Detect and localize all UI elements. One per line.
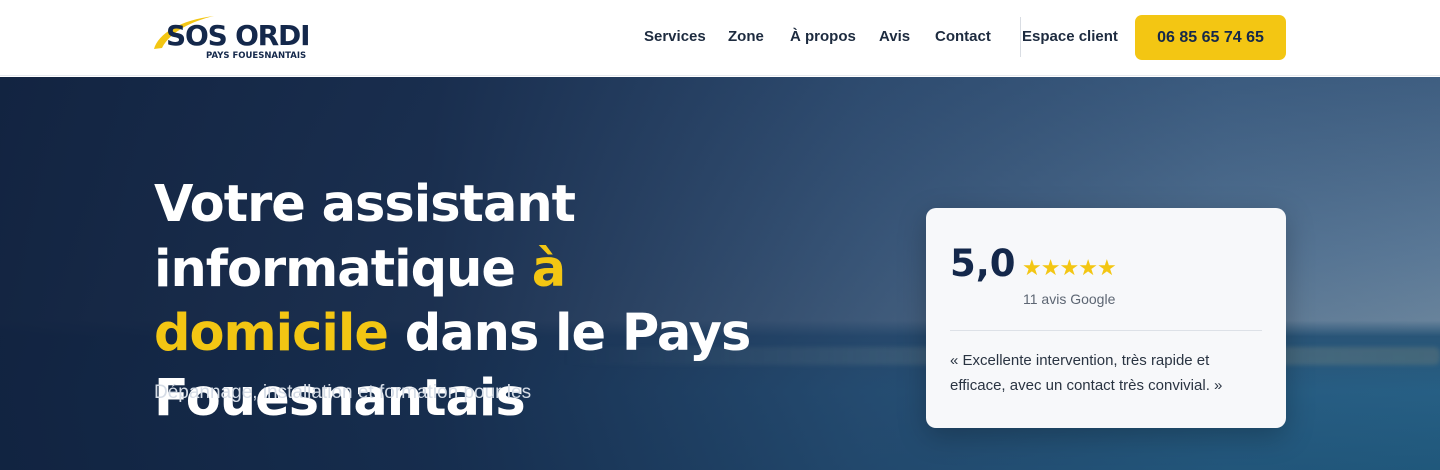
review-card: 5,0 ★★★★★ 11 avis Google « Excellente in… bbox=[926, 208, 1286, 428]
card-divider bbox=[950, 330, 1262, 331]
logo-tagline: PAYS FOUESNANTAIS bbox=[206, 51, 307, 61]
star-icon: ★ bbox=[1022, 256, 1042, 281]
nav-contact[interactable]: Contact bbox=[935, 26, 991, 48]
logo[interactable]: SOS ORDI PAYS FOUESNANTAIS bbox=[152, 12, 358, 64]
hero-subtitle: Dépannage, installation et formation pou… bbox=[154, 382, 532, 403]
nav-a-propos[interactable]: À propos bbox=[790, 26, 856, 48]
nav-espace-client[interactable]: Espace client bbox=[1022, 26, 1118, 48]
nav-divider bbox=[1020, 17, 1021, 57]
site-header: SOS ORDI PAYS FOUESNANTAIS Services Zone… bbox=[0, 0, 1440, 76]
phone-button[interactable]: 06 85 65 74 65 bbox=[1135, 15, 1286, 60]
star-icon: ★ bbox=[1059, 256, 1080, 281]
review-count: 11 avis Google bbox=[1023, 291, 1116, 307]
review-quote: « Excellente intervention, très rapide e… bbox=[950, 352, 1223, 394]
nav-avis[interactable]: Avis bbox=[879, 26, 910, 48]
rating-stars: ★★★★★ bbox=[1022, 256, 1117, 282]
star-icon: ★ bbox=[1078, 256, 1098, 281]
nav-services[interactable]: Services bbox=[644, 26, 706, 48]
hero-title-part1: Votre assistant informatique bbox=[154, 175, 576, 299]
nav-zone[interactable]: Zone bbox=[728, 26, 764, 48]
star-icon: ★ bbox=[1096, 256, 1117, 281]
logo-wordmark: SOS ORDI bbox=[166, 19, 311, 52]
rating-score: 5,0 bbox=[950, 242, 1016, 285]
star-icon: ★ bbox=[1040, 256, 1061, 281]
